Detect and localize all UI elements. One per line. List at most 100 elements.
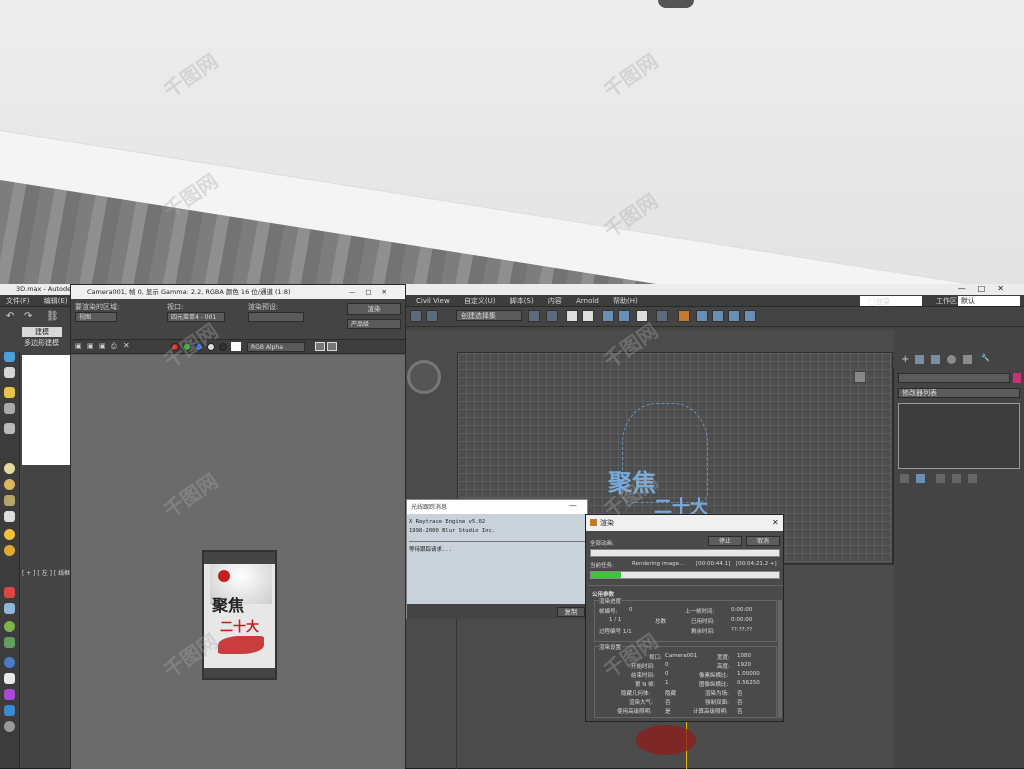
utilities-tab-icon[interactable]: 🔧 bbox=[981, 354, 990, 362]
configure-sets-icon[interactable] bbox=[968, 474, 977, 483]
print-icon[interactable]: ⎙ bbox=[111, 342, 117, 351]
pixel-aspect-value: 1.00000 bbox=[737, 671, 760, 677]
params-scrollbar[interactable] bbox=[778, 600, 782, 718]
vfb-product-level[interactable]: 产品级 bbox=[347, 319, 401, 329]
redo-arrow-icon[interactable]: ↷ bbox=[24, 311, 32, 322]
leaf-icon[interactable] bbox=[4, 637, 15, 648]
pixel-aspect-label: 像素纵横比: bbox=[699, 673, 729, 679]
mono-channel-icon[interactable] bbox=[219, 343, 227, 351]
login-dropdown[interactable]: ◯ 登录 bbox=[860, 296, 922, 306]
copy-image-icon[interactable]: ▣ bbox=[87, 342, 94, 350]
msg-minimize-icon[interactable]: — bbox=[569, 501, 577, 510]
scene-explorer-icon[interactable] bbox=[582, 310, 594, 322]
curve-editor-icon[interactable] bbox=[602, 310, 614, 322]
pin-stack-icon[interactable] bbox=[900, 474, 909, 483]
clone-frame-icon[interactable]: ▣ bbox=[99, 342, 106, 350]
cone-icon[interactable] bbox=[4, 511, 15, 522]
schematic-icon[interactable] bbox=[618, 310, 630, 322]
color-swatch[interactable] bbox=[231, 342, 241, 351]
torus-icon[interactable] bbox=[4, 479, 15, 490]
show-end-result-icon[interactable] bbox=[916, 474, 925, 483]
helper-icon[interactable] bbox=[4, 423, 15, 434]
selection-set-dropdown[interactable]: 创建选择集 bbox=[456, 310, 522, 321]
modify-tab-icon[interactable] bbox=[915, 355, 924, 364]
workspace-select[interactable]: 默认 bbox=[958, 296, 1020, 306]
render-iterative-icon[interactable] bbox=[728, 310, 740, 322]
align-icon[interactable] bbox=[546, 310, 558, 322]
modifier-list-dropdown[interactable]: 修改器列表 bbox=[898, 388, 1020, 398]
light-icon[interactable] bbox=[4, 387, 15, 398]
motion-tab-icon[interactable] bbox=[947, 355, 956, 364]
msg-line-3: 等待跟踪请求... bbox=[409, 541, 585, 555]
gizmo-cube[interactable] bbox=[854, 371, 866, 383]
vray-icon[interactable] bbox=[4, 689, 15, 700]
mirror-icon[interactable] bbox=[528, 310, 540, 322]
viewport-label-left[interactable]: [ + ] [ 左 ] [ 线框 ] bbox=[22, 568, 74, 577]
pyramid-icon[interactable] bbox=[4, 603, 15, 614]
menu-edit[interactable]: 编辑(E) bbox=[38, 295, 74, 307]
box-icon[interactable] bbox=[4, 351, 15, 362]
help-icon[interactable] bbox=[4, 721, 15, 732]
hierarchy-tab-icon[interactable] bbox=[931, 355, 940, 364]
render-cloud-icon[interactable] bbox=[744, 310, 756, 322]
render-teapot-icon[interactable] bbox=[678, 310, 690, 322]
menu-arnold[interactable]: Arnold bbox=[570, 295, 605, 307]
hemisphere-icon[interactable] bbox=[4, 495, 15, 506]
globe-icon[interactable] bbox=[4, 657, 15, 668]
undo-arrow-icon[interactable]: ↶ bbox=[6, 311, 14, 322]
menu-file[interactable]: 文件(F) bbox=[0, 295, 36, 307]
plant-icon[interactable] bbox=[4, 621, 15, 632]
sun-icon[interactable] bbox=[4, 529, 15, 540]
sphere-icon[interactable] bbox=[4, 463, 15, 474]
vfb-render-button[interactable]: 渲染 bbox=[347, 303, 401, 315]
stop-button[interactable]: 停止 bbox=[708, 536, 742, 546]
remove-modifier-icon[interactable] bbox=[952, 474, 961, 483]
display-tab-icon[interactable] bbox=[963, 355, 972, 364]
grid-icon[interactable] bbox=[4, 673, 15, 684]
msg-copy-button[interactable]: 复制 bbox=[557, 607, 585, 617]
menu-script[interactable]: 脚本(S) bbox=[504, 295, 540, 307]
percent-snap-icon[interactable] bbox=[426, 310, 438, 322]
render-time-total: [00:04:21.2 +] bbox=[736, 561, 777, 567]
render-close-icon[interactable]: ✕ bbox=[772, 515, 779, 531]
layer-icon[interactable] bbox=[566, 310, 578, 322]
display-settings-icon[interactable] bbox=[315, 342, 325, 351]
tab-poly-modeling[interactable]: 多边形建模 bbox=[24, 338, 59, 348]
render-active-icon[interactable] bbox=[712, 310, 724, 322]
vfb-preset-select[interactable] bbox=[248, 312, 304, 322]
make-unique-icon[interactable] bbox=[936, 474, 945, 483]
vfb-viewport-select[interactable]: 四元菜单4 - 001 bbox=[167, 312, 225, 322]
save-image-icon[interactable]: ▣ bbox=[75, 342, 82, 350]
camera-icon[interactable] bbox=[4, 403, 15, 414]
menu-civil-view[interactable]: Civil View bbox=[410, 295, 456, 307]
menu-help[interactable]: 帮助(H) bbox=[607, 295, 644, 307]
window-controls[interactable]: —□✕ bbox=[958, 284, 1016, 293]
adv-light-label: 使用高级照明: bbox=[617, 709, 652, 715]
menu-customize[interactable]: 自定义(U) bbox=[458, 295, 502, 307]
render-setup-icon[interactable] bbox=[656, 310, 668, 322]
vfb-area-select[interactable]: 视图 bbox=[75, 312, 117, 322]
render-frame-icon[interactable] bbox=[696, 310, 708, 322]
tab-modeling[interactable]: 建模 bbox=[22, 327, 62, 337]
menu-content[interactable]: 内容 bbox=[542, 295, 568, 307]
scene-object-list[interactable] bbox=[22, 355, 70, 465]
paint-icon[interactable] bbox=[4, 587, 15, 598]
command-panel-tabs: + 🔧 bbox=[893, 352, 1024, 368]
plane-icon[interactable] bbox=[4, 367, 15, 378]
create-tab-icon[interactable]: + bbox=[901, 354, 909, 365]
toggle-panel-icon[interactable] bbox=[327, 342, 337, 351]
vfb-channel-select[interactable]: RGB Alpha bbox=[247, 342, 305, 352]
cancel-button[interactable]: 取消 bbox=[746, 536, 780, 546]
arnold-icon[interactable] bbox=[4, 705, 15, 716]
clear-icon[interactable]: ✕ bbox=[123, 341, 130, 350]
sky-icon[interactable] bbox=[4, 545, 15, 556]
snap-icon[interactable] bbox=[410, 310, 422, 322]
object-name-field[interactable] bbox=[898, 373, 1010, 383]
link-icon[interactable]: ⛓ bbox=[46, 311, 59, 322]
command-panel: 修改器列表 bbox=[893, 368, 1024, 768]
object-color-swatch[interactable] bbox=[1013, 373, 1021, 383]
end-label: 结束时间: bbox=[631, 673, 655, 679]
modifier-stack[interactable] bbox=[898, 403, 1020, 469]
viewcube-icon[interactable] bbox=[407, 360, 441, 394]
vfb-window-controls[interactable]: —□✕ bbox=[349, 285, 397, 299]
